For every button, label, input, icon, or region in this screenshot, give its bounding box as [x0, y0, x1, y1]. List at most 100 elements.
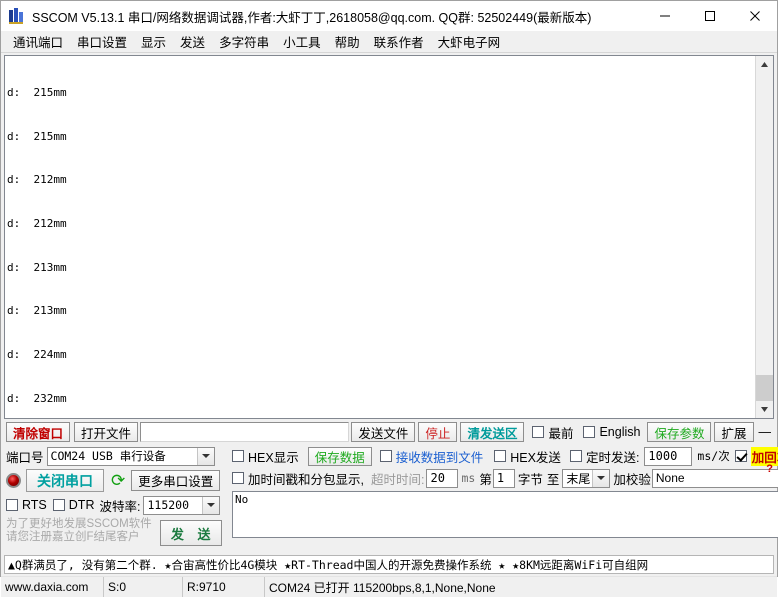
menu-item-help[interactable]: 帮助 — [328, 30, 367, 53]
send-button[interactable]: 发 送 — [159, 520, 222, 546]
extend-button[interactable]: 扩展 — [714, 422, 754, 442]
status-website[interactable]: www.daxia.com — [1, 577, 104, 597]
clear-window-button[interactable]: 清除窗口 — [6, 422, 71, 442]
receive-line: d: 212mm — [7, 173, 67, 187]
data-options-column: HEX显示 保存数据 接收数据到文件 HEX发送 定时发送: 1000 ms/次 — [232, 445, 778, 552]
file-path-input[interactable] — [140, 422, 350, 442]
menu-item-multistring[interactable]: 多字符串 — [212, 30, 276, 53]
checkbox-box-icon[interactable] — [583, 426, 596, 438]
receive-area[interactable]: d: 215mm d: 215mm d: 212mm d: 212mm d: 2… — [4, 55, 774, 419]
timed-send-checkbox[interactable]: 定时发送: — [569, 447, 640, 466]
maximize-button[interactable] — [687, 1, 732, 31]
checkbox-box-icon[interactable] — [734, 450, 747, 462]
close-button[interactable] — [732, 1, 777, 31]
timestamp-options-row: 加时间戳和分包显示, 超时时间: 20 ms 第 1 字节 至 末尾 加校验 N… — [232, 467, 778, 489]
baud-select-value: 115200 — [147, 498, 190, 512]
receive-line: d: 213mm — [7, 304, 67, 318]
advertisement-bar[interactable]: ▲Q群满员了, 没有第二个群. ★合宙高性价比4G模块 ★RT-Thread中国… — [4, 555, 774, 574]
checkbox-box-icon[interactable] — [232, 472, 244, 484]
checkbox-box-icon[interactable] — [379, 450, 392, 462]
menu-item-contact[interactable]: 联系作者 — [367, 30, 431, 53]
menu-item-port-config[interactable]: 串口设置 — [70, 30, 134, 53]
save-params-button[interactable]: 保存参数 — [647, 422, 712, 442]
timestamp-label: 加时间戳和分包显示, — [248, 472, 364, 487]
menu-item-tools[interactable]: 小工具 — [276, 30, 328, 53]
timeout-unit-label: ms — [461, 471, 476, 485]
clear-send-area-button[interactable]: 清发送区 — [460, 422, 525, 442]
receive-to-file-checkbox[interactable]: 接收数据到文件 — [379, 447, 484, 466]
receive-line: d: 213mm — [7, 260, 67, 274]
send-text-value[interactable]: No — [233, 492, 778, 537]
dtr-label: DTR — [68, 498, 95, 512]
port-select[interactable]: COM24 USB 串行设备 — [46, 446, 215, 466]
save-data-button[interactable]: 保存数据 — [307, 446, 372, 466]
byte-unit-label: 字节 — [517, 472, 543, 487]
more-port-settings-button[interactable]: 更多串口设置 — [131, 470, 221, 491]
menu-item-display[interactable]: 显示 — [134, 30, 173, 53]
timeout-label: 超时时间: — [370, 472, 425, 487]
checkbox-box-icon[interactable] — [52, 499, 65, 511]
send-file-button[interactable]: 发送文件 — [351, 422, 416, 442]
receive-to-file-label: 接收数据到文件 — [395, 450, 484, 465]
rts-checkbox[interactable]: RTS — [6, 498, 47, 512]
receive-text[interactable]: d: 215mm d: 215mm d: 212mm d: 212mm d: 2… — [5, 56, 755, 418]
advertisement-text: ▲Q群满员了, 没有第二个群. ★合宙高性价比4G模块 ★RT-Thread中国… — [8, 557, 649, 572]
window-title: SSCOM V5.13.1 串口/网络数据调试器,作者:大虾丁丁,2618058… — [32, 10, 592, 25]
scroll-up-arrow-icon[interactable] — [756, 56, 773, 73]
hex-send-label: HEX发送 — [510, 450, 561, 465]
dtr-checkbox[interactable]: DTR — [52, 498, 95, 512]
checkbox-box-icon[interactable] — [6, 499, 18, 511]
scroll-down-arrow-icon[interactable] — [756, 401, 773, 418]
menu-item-website[interactable]: 大虾电子网 — [431, 30, 508, 53]
help-question-icon[interactable]: ? — [766, 463, 773, 475]
checksum-select[interactable]: None — [651, 468, 778, 488]
minimize-button[interactable] — [642, 1, 687, 31]
checkbox-box-icon[interactable] — [532, 426, 545, 438]
timeout-input[interactable]: 20 — [426, 468, 459, 488]
receive-scrollbar[interactable] — [755, 56, 773, 418]
timestamp-checkbox[interactable]: 加时间戳和分包显示, — [232, 469, 364, 488]
byte-to-label: 至 — [546, 472, 560, 487]
receive-line: d: 224mm — [7, 347, 67, 361]
byte-from-input[interactable]: 1 — [492, 468, 515, 488]
hex-display-checkbox[interactable]: HEX显示 — [232, 447, 299, 466]
chevron-down-icon[interactable] — [196, 447, 214, 465]
byte-to-select-value: 末尾 — [566, 471, 591, 486]
collapse-minus-icon[interactable]: — — [756, 422, 775, 442]
baud-label: 波特率: — [99, 499, 141, 514]
status-sent-count: S:0 — [104, 577, 183, 597]
open-file-button[interactable]: 打开文件 — [74, 422, 139, 442]
promo-text: 为了更好地发展SSCOM软件 请您注册嘉立创F结尾客户 — [6, 518, 152, 544]
checkbox-box-icon[interactable] — [569, 450, 582, 462]
port-select-value: COM24 USB 串行设备 — [50, 449, 166, 463]
baud-select[interactable]: 115200 — [143, 495, 221, 515]
hex-send-checkbox[interactable]: HEX发送 — [494, 447, 561, 466]
port-status-led-icon — [6, 473, 21, 488]
stop-button[interactable]: 停止 — [418, 422, 458, 442]
checkbox-box-icon[interactable] — [232, 450, 244, 462]
send-text-area-wrap: No — [232, 491, 778, 538]
menu-item-comm-port[interactable]: 通讯端口 — [6, 30, 70, 53]
settings-panel: 端口号 COM24 USB 串行设备 关闭串口 ⟳ 更多串口设置 RTS DTR… — [1, 443, 778, 552]
timed-send-interval-input[interactable]: 1000 — [644, 446, 693, 466]
byte-to-select[interactable]: 末尾 — [562, 468, 611, 488]
crlf-label: 加回车换行 — [750, 446, 778, 466]
display-options-row: HEX显示 保存数据 接收数据到文件 HEX发送 定时发送: 1000 ms/次 — [232, 445, 778, 467]
hex-display-label: HEX显示 — [248, 450, 299, 465]
refresh-ports-icon[interactable]: ⟳ — [111, 472, 125, 489]
port-control-row: 关闭串口 ⟳ 更多串口设置 — [6, 467, 228, 494]
receive-line: d: 215mm — [7, 129, 67, 143]
chevron-down-icon[interactable] — [592, 469, 610, 487]
english-checkbox[interactable]: English — [583, 425, 640, 439]
sscom-window: SSCOM V5.13.1 串口/网络数据调试器,作者:大虾丁丁,2618058… — [0, 0, 778, 597]
checkbox-box-icon[interactable] — [494, 450, 507, 462]
close-port-button[interactable]: 关闭串口 — [26, 469, 104, 492]
english-label: English — [599, 425, 641, 439]
scrollbar-thumb[interactable] — [756, 375, 773, 401]
timed-send-label: 定时发送: — [585, 450, 640, 465]
send-text-area[interactable]: No — [232, 491, 778, 538]
menu-item-send[interactable]: 发送 — [173, 30, 212, 53]
topmost-checkbox[interactable]: 最前 — [532, 423, 573, 442]
chevron-down-icon[interactable] — [202, 496, 220, 514]
scrollbar-track[interactable] — [756, 73, 773, 401]
